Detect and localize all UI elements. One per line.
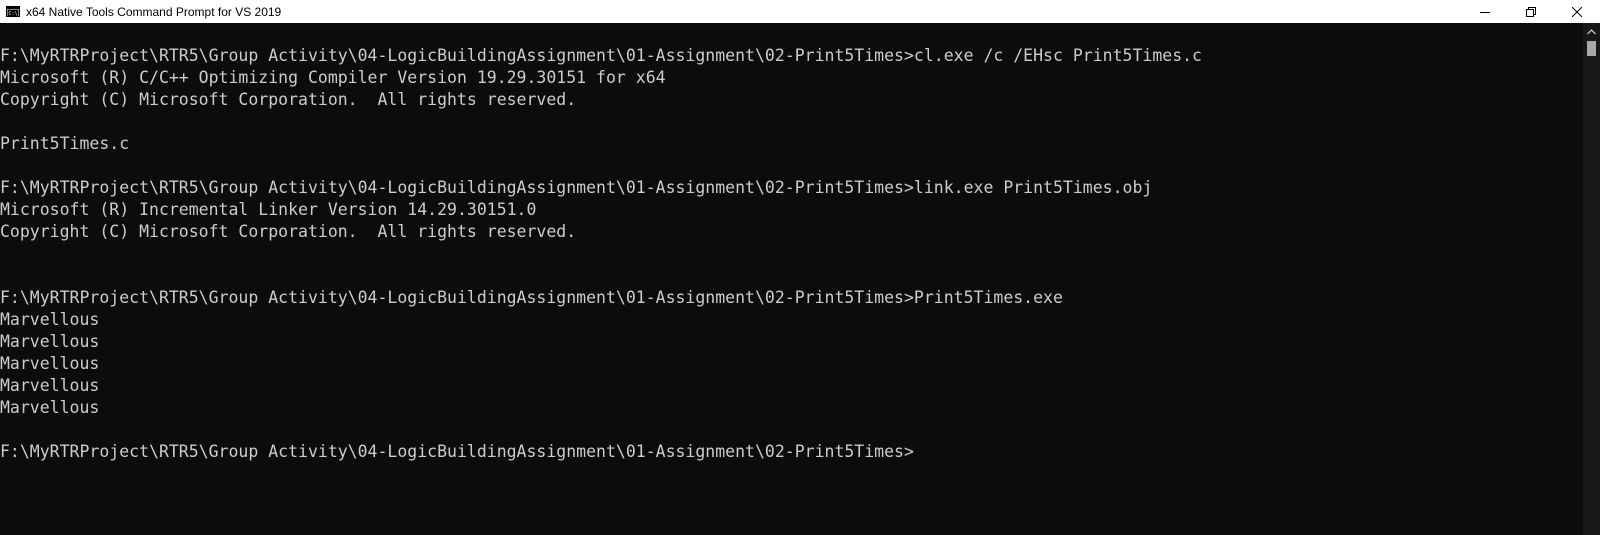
minimize-button[interactable] bbox=[1462, 0, 1508, 23]
restore-icon bbox=[1526, 6, 1536, 17]
chevron-up-icon bbox=[1587, 28, 1596, 34]
console-line: Copyright (C) Microsoft Corporation. All… bbox=[0, 90, 577, 109]
prompt-line: F:\MyRTRProject\RTR5\Group Activity\04-L… bbox=[0, 442, 914, 461]
title-bar[interactable]: C:\ x64 Native Tools Command Prompt for … bbox=[0, 0, 1600, 23]
vertical-scrollbar[interactable] bbox=[1583, 23, 1600, 535]
close-icon bbox=[1572, 6, 1582, 17]
console-line: Marvellous bbox=[0, 398, 100, 417]
console-line: F:\MyRTRProject\RTR5\Group Activity\04-L… bbox=[0, 178, 1153, 197]
console-line: Marvellous bbox=[0, 354, 100, 373]
console-line: Print5Times.c bbox=[0, 134, 130, 153]
console-output[interactable]: F:\MyRTRProject\RTR5\Group Activity\04-L… bbox=[0, 23, 1583, 535]
console-line: Marvellous bbox=[0, 332, 100, 351]
scroll-up-button[interactable] bbox=[1583, 23, 1600, 40]
minimize-icon bbox=[1480, 11, 1490, 13]
console-line: Microsoft (R) Incremental Linker Version… bbox=[0, 200, 537, 219]
restore-button[interactable] bbox=[1508, 0, 1554, 23]
scrollbar-thumb[interactable] bbox=[1587, 41, 1596, 56]
svg-text:C:\: C:\ bbox=[9, 11, 18, 17]
console-line: F:\MyRTRProject\RTR5\Group Activity\04-L… bbox=[0, 288, 1063, 307]
console-line: Marvellous bbox=[0, 376, 100, 395]
console-line: F:\MyRTRProject\RTR5\Group Activity\04-L… bbox=[0, 46, 1202, 65]
console-line: Marvellous bbox=[0, 310, 100, 329]
close-button[interactable] bbox=[1554, 0, 1600, 23]
cmd-icon: C:\ bbox=[6, 6, 20, 17]
console-line: Microsoft (R) C/C++ Optimizing Compiler … bbox=[0, 68, 666, 87]
window-title: x64 Native Tools Command Prompt for VS 2… bbox=[26, 4, 282, 19]
window-controls bbox=[1462, 0, 1600, 23]
console-line: Copyright (C) Microsoft Corporation. All… bbox=[0, 222, 577, 241]
